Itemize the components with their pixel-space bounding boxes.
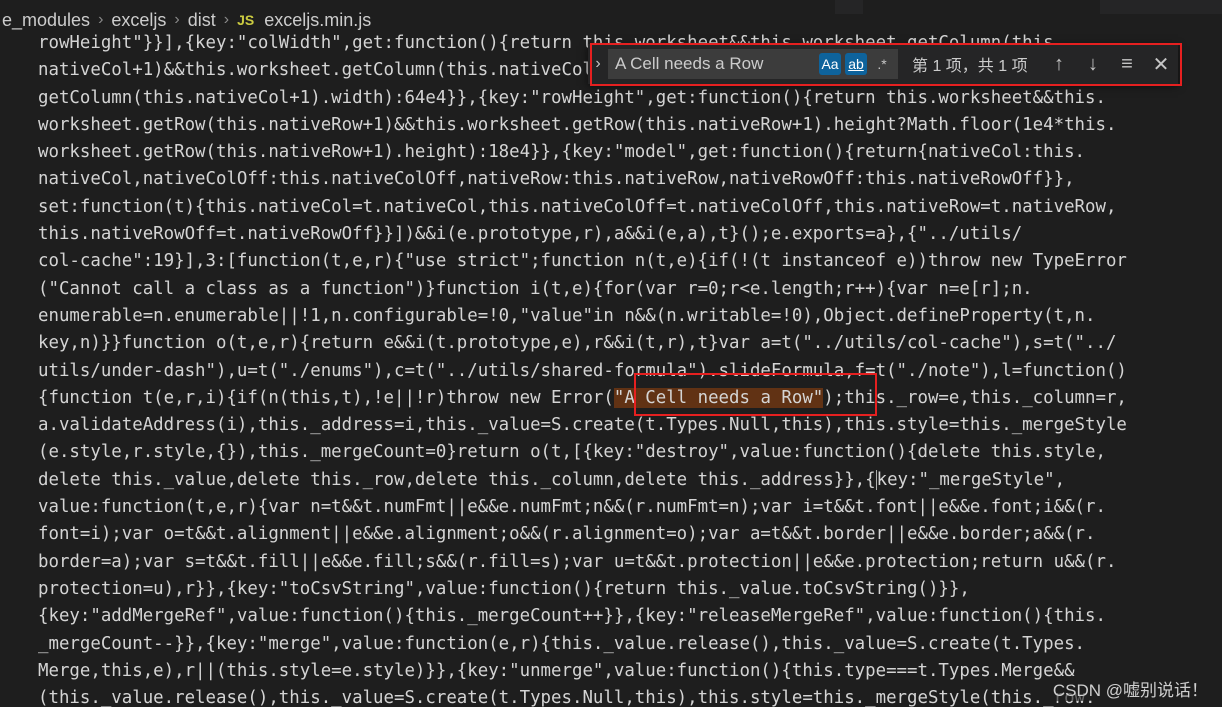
code-line: ("Cannot call a class as a function")}fu…	[38, 278, 1033, 299]
code-line: col-cache":19}],3:[function(t,e,r){"use …	[38, 251, 1127, 272]
code-line: Merge,this,e),r||(this.style=e.style)}},…	[38, 660, 1075, 681]
chevron-right-icon: ›	[223, 11, 230, 28]
code-line: this.nativeRowOff=t.nativeRowOff}}])&&i(…	[38, 224, 1023, 245]
code-line: a.validateAddress(i),this._address=i,thi…	[38, 415, 1127, 436]
code-line: nativeCol,nativeColOff:this.nativeColOff…	[38, 169, 1075, 190]
code-line: enumerable=n.enumerable||!1,n.configurab…	[38, 305, 1096, 326]
code-line-with-match: {function t(e,r,i){if(n(this,t),!e||!r)t…	[38, 385, 1222, 412]
code-line: (e.style,r.style,{}),this._mergeCount=0}…	[38, 442, 1106, 463]
code-line: utils/under-dash"),u=t("./enums"),c=t(".…	[38, 360, 1127, 381]
code-line: font=i);var o=t&&t.alignment||e&&e.align…	[38, 524, 1096, 545]
code-text: {function t(e,r,i){if(n(this,t),!e||!r)t…	[38, 387, 614, 408]
code-line: worksheet.getRow(this.nativeRow+1).heigh…	[38, 142, 1086, 163]
code-line: border=a);var s=t&&t.fill||e&&e.fill;s&&…	[38, 551, 1117, 572]
watermark: CSDN @嘘别说话！	[1050, 676, 1210, 701]
code-editor[interactable]: rowHeight"}}],{key:"colWidth",get:functi…	[38, 30, 1222, 707]
code-line: getColumn(this.nativeCol+1).width):64e4}…	[38, 87, 1106, 108]
code-line-with-cursor: delete this._value,delete this._row,dele…	[38, 467, 1222, 494]
breadcrumb-item-node-modules[interactable]: e_modules	[0, 10, 92, 31]
code-line: worksheet.getRow(this.nativeRow+1)&&this…	[38, 114, 1117, 135]
code-line: _mergeCount--}},{key:"merge",value:funct…	[38, 633, 1086, 654]
tab-strip-segment	[1100, 0, 1222, 14]
annotation-box-match	[634, 373, 877, 416]
annotation-box-find-widget	[590, 43, 1182, 86]
breadcrumb-item-exceljs[interactable]: exceljs	[109, 10, 168, 31]
javascript-file-icon: JS	[237, 12, 255, 28]
code-text: key:"_mergeStyle",	[876, 469, 1066, 490]
breadcrumb-item-dist[interactable]: dist	[186, 10, 218, 31]
code-line: key,n)}}function o(t,e,r){return e&&i(t.…	[38, 333, 1117, 354]
chevron-right-icon: ›	[174, 11, 180, 28]
code-line: value:function(t,e,r){var n=t&&t.numFmt|…	[38, 497, 1106, 518]
code-line: set:function(t){this.nativeCol=t.nativeC…	[38, 196, 1117, 217]
tab-strip-segment	[835, 0, 863, 14]
breadcrumb-item-file[interactable]: exceljs.min.js	[262, 10, 373, 31]
code-line: (this._value.release(),this._value=S.cre…	[38, 688, 1096, 707]
chevron-right-icon: ›	[98, 11, 104, 28]
code-text: delete this._value,delete this._row,dele…	[38, 469, 876, 490]
code-line: protection=u),r}},{key:"toCsvString",val…	[38, 578, 970, 599]
code-line: {key:"addMergeRef",value:function(){this…	[38, 606, 1106, 627]
